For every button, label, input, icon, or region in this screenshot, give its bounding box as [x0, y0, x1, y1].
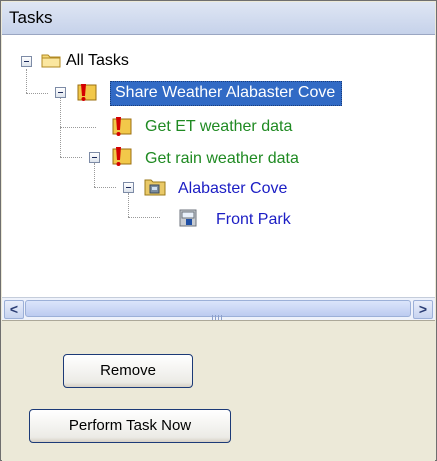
- horizontal-scrollbar[interactable]: < >: [2, 297, 435, 320]
- tree-line: [94, 187, 116, 188]
- tree-item-front-park[interactable]: Front Park: [216, 211, 291, 229]
- warning-task-icon: [112, 117, 132, 136]
- tree-item-alabaster-cove[interactable]: Alabaster Cove: [178, 180, 287, 198]
- tree-line: [60, 127, 96, 128]
- tasks-panel: Tasks All Tasks Share Weather Alabaster …: [0, 0, 437, 461]
- tree-item-share-weather[interactable]: Share Weather Alabaster Cove: [110, 81, 343, 106]
- tree-line: [60, 157, 82, 158]
- tree-item-get-rain-weather[interactable]: Get rain weather data: [145, 150, 299, 168]
- thumb-grip-icon: [212, 307, 226, 320]
- collapse-toggle-rain-weather[interactable]: [89, 152, 100, 163]
- action-area: Remove Perform Task Now: [2, 320, 435, 461]
- tree-item-get-et-weather[interactable]: Get ET weather data: [145, 118, 292, 136]
- tree-line: [94, 163, 95, 187]
- tree-line: [128, 193, 129, 217]
- tree-line: [128, 217, 160, 218]
- tree-line: [26, 69, 27, 93]
- panel-title: Tasks: [9, 8, 53, 27]
- perform-task-now-button[interactable]: Perform Task Now: [29, 409, 231, 443]
- scroll-right-button[interactable]: >: [413, 300, 433, 319]
- remove-button[interactable]: Remove: [63, 354, 193, 388]
- tree-item-all-tasks[interactable]: All Tasks: [66, 52, 129, 70]
- controller-icon: [179, 209, 197, 227]
- scroll-thumb[interactable]: [25, 300, 411, 320]
- scroll-left-button[interactable]: <: [4, 300, 24, 319]
- collapse-toggle-all-tasks[interactable]: [21, 56, 32, 67]
- warning-task-icon: [77, 84, 97, 101]
- folder-icon: [41, 54, 61, 68]
- warning-task-icon: [112, 147, 132, 166]
- panel-header: Tasks: [2, 2, 435, 35]
- collapse-toggle-alabaster-cove[interactable]: [123, 182, 134, 193]
- task-tree[interactable]: All Tasks Share Weather Alabaster Cove G…: [2, 35, 435, 297]
- site-icon: [144, 179, 166, 196]
- tree-line: [26, 93, 48, 94]
- collapse-toggle-share-weather[interactable]: [55, 87, 66, 98]
